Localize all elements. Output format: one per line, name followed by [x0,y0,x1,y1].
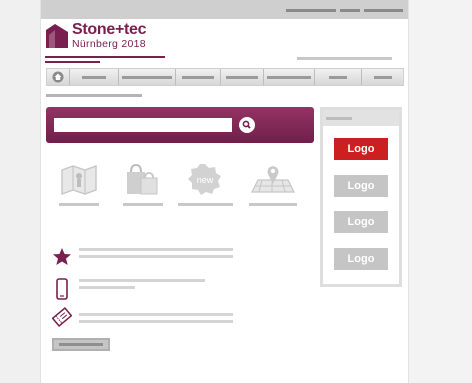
shopping-bags-icon[interactable] [123,162,163,196]
search-button[interactable] [239,117,255,133]
new-badge-icon[interactable]: new [185,162,225,196]
logo-button-4[interactable]: Logo [334,248,388,270]
breadcrumb [46,94,142,97]
star-icon [53,248,71,265]
nav-item-6[interactable] [315,69,362,85]
info-row-2-line-2 [79,286,135,289]
search-bar [46,107,314,143]
brand-subtitle: Nürnberg 2018 [72,38,146,50]
new-badge-text: new [197,175,214,185]
nav-home[interactable] [47,69,70,85]
nav-item-1[interactable] [70,69,119,85]
nav-item-5[interactable] [264,69,315,85]
header-right-text [297,57,392,60]
feature-label-3 [178,203,233,206]
home-icon [52,71,64,83]
map-icon[interactable] [59,162,99,196]
logo-button-1[interactable]: Logo [334,138,388,160]
info-row-1-line-1 [79,248,233,251]
outer-right-panel [408,0,472,383]
nav-item-7[interactable] [362,69,403,85]
exhibitor-logo-sidebar: Logo Logo Logo Logo [320,107,402,287]
top-link-1[interactable] [286,9,336,12]
nav-item-4[interactable] [221,69,264,85]
search-input[interactable] [54,118,232,132]
logo-button-2[interactable]: Logo [334,175,388,197]
feature-label-4 [249,203,297,206]
sidebar-header [323,110,399,126]
mobile-phone-icon [56,278,68,300]
info-row-1-line-2 [79,255,233,258]
brand-name[interactable]: Stone+tec [72,21,147,39]
logo-button-3[interactable]: Logo [334,211,388,233]
feature-label-2 [123,203,163,206]
info-row-2-line-1 [79,279,205,282]
top-link-2[interactable] [340,9,360,12]
top-link-3[interactable] [364,9,403,12]
stonetec-logo-icon[interactable] [46,24,68,48]
location-map-icon[interactable] [248,162,296,196]
nav-item-3[interactable] [176,69,221,85]
page-frame: Stone+tec Nürnberg 2018 new Logo Logo Lo… [41,0,408,383]
top-utility-bar [41,0,408,19]
main-navigation [46,68,404,86]
search-icon [242,120,251,129]
nav-item-2[interactable] [119,69,176,85]
ticket-icon [52,307,72,327]
brand-underline-short [45,61,100,63]
feature-label-1 [59,203,99,206]
brand-underline [45,56,165,58]
info-row-3-line-2 [79,320,233,323]
info-row-3-line-1 [79,313,233,316]
more-button[interactable] [52,338,110,351]
